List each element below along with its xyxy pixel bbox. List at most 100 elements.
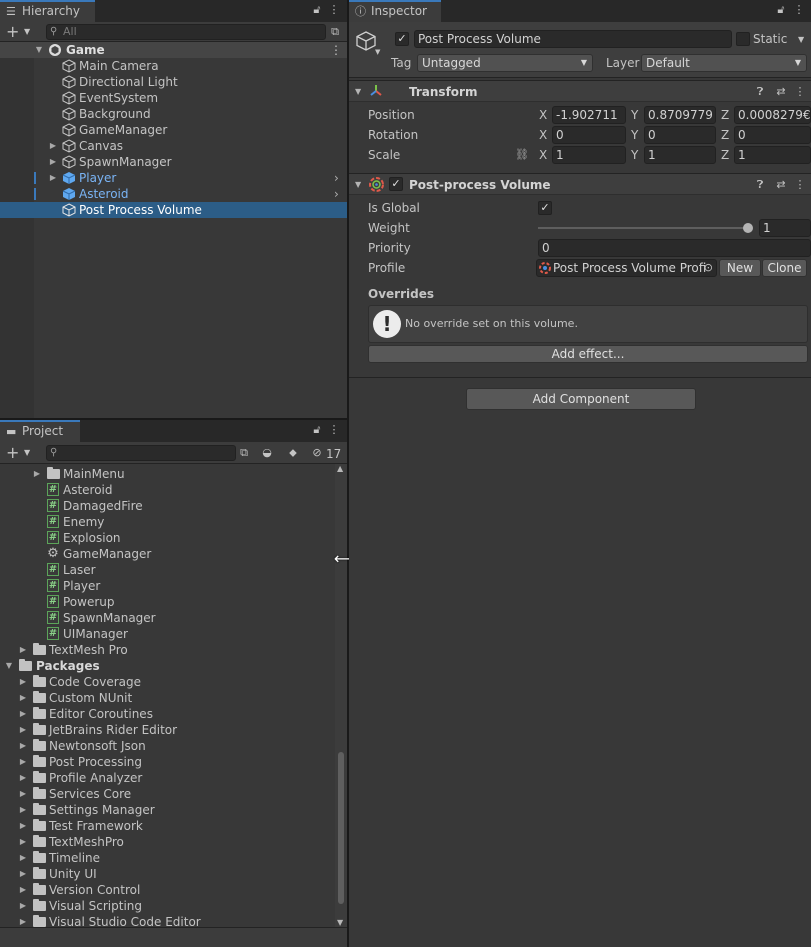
scroll-up-arrow-icon[interactable]: ▲ bbox=[337, 464, 343, 473]
open-prefab-chevron-icon[interactable]: › bbox=[334, 186, 339, 202]
scene-search-icon[interactable]: ⧉ bbox=[327, 24, 343, 40]
hierarchy-item[interactable]: ▶ SpawnManager bbox=[0, 154, 347, 170]
project-item-folder[interactable]: ▶ TextMesh Pro bbox=[0, 642, 335, 658]
package-folder[interactable]: ▶ Settings Manager bbox=[0, 802, 335, 818]
component-enabled-checkbox[interactable]: ✓ bbox=[389, 177, 403, 191]
rotation-y-field[interactable]: 0 bbox=[644, 126, 716, 144]
package-folder[interactable]: ▶ Profile Analyzer bbox=[0, 770, 335, 786]
scroll-thumb[interactable] bbox=[338, 752, 344, 904]
profile-object-field[interactable]: Post Process Volume Profi ⊙ bbox=[536, 259, 717, 277]
scale-x-field[interactable]: 1 bbox=[552, 146, 626, 164]
weight-value-field[interactable]: 1 bbox=[759, 219, 811, 237]
is-global-checkbox[interactable]: ✓ bbox=[538, 201, 552, 215]
expand-arrow-icon[interactable]: ▶ bbox=[18, 834, 28, 850]
package-folder[interactable]: ▶ Services Core bbox=[0, 786, 335, 802]
package-folder[interactable]: ▶ TextMeshPro bbox=[0, 834, 335, 850]
package-folder[interactable]: ▶ Code Coverage bbox=[0, 674, 335, 690]
profile-clone-button[interactable]: Clone bbox=[762, 259, 807, 277]
hierarchy-item[interactable]: Main Camera bbox=[0, 58, 347, 74]
profile-new-button[interactable]: New bbox=[719, 259, 761, 277]
transform-header[interactable]: ▼ Transform ❓︎ ⇄ ⋮ bbox=[349, 80, 811, 102]
open-prefab-chevron-icon[interactable]: › bbox=[334, 170, 339, 186]
add-effect-button[interactable]: Add effect... bbox=[368, 345, 808, 363]
weight-slider[interactable] bbox=[538, 219, 754, 237]
search-scope-icon[interactable]: ⧉ bbox=[236, 445, 252, 461]
tag-dropdown[interactable]: Untagged ▼ bbox=[417, 54, 593, 72]
expand-arrow-icon[interactable]: ▶ bbox=[18, 706, 28, 722]
expand-arrow-icon[interactable]: ▶ bbox=[18, 754, 28, 770]
package-folder[interactable]: ▶ Timeline bbox=[0, 850, 335, 866]
expand-arrow-icon[interactable]: ▶ bbox=[18, 898, 28, 914]
scale-y-field[interactable]: 1 bbox=[644, 146, 716, 164]
ppv-header[interactable]: ▼ ✓ Post-process Volume ❓︎ ⇄ ⋮ bbox=[349, 173, 811, 195]
create-button[interactable]: + ▼ bbox=[6, 445, 32, 461]
expand-arrow-icon[interactable]: ▶ bbox=[48, 154, 58, 170]
project-scrollbar[interactable]: ▲ ▼ bbox=[335, 464, 347, 927]
position-y-field[interactable]: 0.8709779 bbox=[644, 106, 716, 124]
project-search-input[interactable]: ⚲ bbox=[46, 445, 236, 461]
expand-arrow-icon[interactable]: ▶ bbox=[18, 866, 28, 882]
presets-icon[interactable]: ⇄ bbox=[774, 178, 788, 192]
help-icon[interactable]: ❓︎ bbox=[753, 85, 767, 99]
hierarchy-item[interactable]: ▶ Canvas bbox=[0, 138, 347, 154]
project-item-script[interactable]: # Enemy bbox=[0, 514, 335, 530]
kebab-menu-icon[interactable]: ⋮ bbox=[328, 424, 340, 436]
expand-arrow-icon[interactable]: ▶ bbox=[18, 850, 28, 866]
package-folder[interactable]: ▶ Test Framework bbox=[0, 818, 335, 834]
scene-row[interactable]: ▼ Game ⋮ bbox=[0, 42, 347, 58]
constrain-proportions-icon[interactable]: ⛓︎ bbox=[515, 146, 529, 164]
hierarchy-item[interactable]: EventSystem bbox=[0, 90, 347, 106]
package-folder[interactable]: ▶ JetBrains Rider Editor bbox=[0, 722, 335, 738]
presets-icon[interactable]: ⇄ bbox=[774, 85, 788, 99]
hierarchy-item-prefab[interactable]: ▶ Player › bbox=[0, 170, 347, 186]
icon-dropdown-caret-icon[interactable]: ▼ bbox=[375, 48, 380, 56]
expand-arrow-icon[interactable]: ▶ bbox=[18, 882, 28, 898]
project-item-folder[interactable]: ▶ MainMenu bbox=[0, 466, 335, 482]
scroll-down-arrow-icon[interactable]: ▼ bbox=[337, 918, 343, 927]
scale-z-field[interactable]: 1 bbox=[734, 146, 811, 164]
rotation-x-field[interactable]: 0 bbox=[552, 126, 626, 144]
fold-arrow-icon[interactable]: ▼ bbox=[355, 176, 361, 194]
expand-arrow-icon[interactable]: ▶ bbox=[32, 466, 42, 482]
lock-icon[interactable]: 🔓︎ bbox=[311, 4, 323, 16]
package-folder[interactable]: ▶ Newtonsoft Json bbox=[0, 738, 335, 754]
kebab-menu-icon[interactable]: ⋮ bbox=[793, 178, 807, 192]
kebab-menu-icon[interactable]: ⋮ bbox=[793, 85, 807, 99]
expand-arrow-icon[interactable]: ▶ bbox=[18, 722, 28, 738]
project-item-script[interactable]: # UIManager bbox=[0, 626, 335, 642]
gameobject-cube-icon[interactable] bbox=[355, 30, 377, 52]
scene-menu-icon[interactable]: ⋮ bbox=[330, 42, 342, 58]
tab-inspector[interactable]: ⓘ Inspector bbox=[349, 0, 441, 22]
filter-by-label-icon[interactable]: ⬥ bbox=[285, 445, 301, 461]
object-picker-icon[interactable]: ⊙ bbox=[704, 260, 713, 276]
expand-arrow-icon[interactable]: ▶ bbox=[48, 170, 58, 186]
fold-arrow-icon[interactable]: ▼ bbox=[355, 83, 361, 101]
expand-arrow-icon[interactable]: ▶ bbox=[18, 690, 28, 706]
hierarchy-item[interactable]: GameManager bbox=[0, 122, 347, 138]
expand-arrow-icon[interactable]: ▶ bbox=[18, 642, 28, 658]
package-folder[interactable]: ▶ Custom NUnit bbox=[0, 690, 335, 706]
static-checkbox[interactable] bbox=[736, 32, 750, 46]
layer-dropdown[interactable]: Default ▼ bbox=[641, 54, 807, 72]
active-checkbox[interactable]: ✓ bbox=[395, 32, 409, 46]
fold-arrow-icon[interactable]: ▼ bbox=[34, 42, 44, 58]
project-item-packages[interactable]: ▼ Packages bbox=[0, 658, 335, 674]
package-folder[interactable]: ▶ Visual Scripting bbox=[0, 898, 335, 914]
expand-arrow-icon[interactable]: ▶ bbox=[18, 802, 28, 818]
expand-arrow-icon[interactable]: ▶ bbox=[18, 818, 28, 834]
hierarchy-item-selected[interactable]: Post Process Volume bbox=[0, 202, 347, 218]
project-item-script[interactable]: ⚙ GameManager bbox=[0, 546, 335, 562]
project-item-script[interactable]: # SpawnManager bbox=[0, 610, 335, 626]
tab-hierarchy[interactable]: ☰ Hierarchy bbox=[0, 0, 95, 22]
hidden-packages-icon[interactable]: ⊘ bbox=[310, 445, 324, 461]
package-folder[interactable]: ▶ Editor Coroutines bbox=[0, 706, 335, 722]
project-item-script[interactable]: # Laser bbox=[0, 562, 335, 578]
add-component-button[interactable]: Add Component bbox=[466, 388, 696, 410]
hierarchy-search-input[interactable]: ⚲ All bbox=[46, 24, 326, 40]
hierarchy-item[interactable]: Background bbox=[0, 106, 347, 122]
object-name-field[interactable]: Post Process Volume bbox=[414, 30, 732, 48]
expand-arrow-icon[interactable]: ▶ bbox=[48, 138, 58, 154]
lock-icon[interactable]: 🔓︎ bbox=[311, 424, 323, 436]
tab-project[interactable]: ▬ Project bbox=[0, 420, 80, 442]
position-x-field[interactable]: -1.902711 bbox=[552, 106, 626, 124]
